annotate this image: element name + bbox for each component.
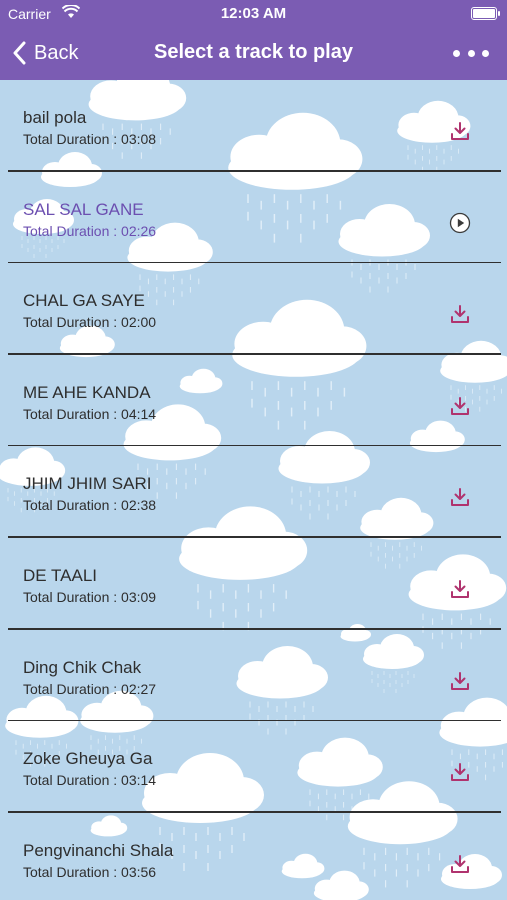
track-list-area[interactable]: bail pola Total Duration : 03:08 SAL SAL… <box>0 80 507 900</box>
more-options-button[interactable] <box>453 42 489 64</box>
track-duration: Total Duration : 03:09 <box>23 588 157 605</box>
more-dot-icon <box>467 49 475 57</box>
track-duration: Total Duration : 03:08 <box>23 131 157 147</box>
track-title: SAL SAL GANE <box>23 199 144 219</box>
track-row[interactable]: CHAL GA SAYE Total Duration : 02:00 <box>0 263 507 355</box>
track-duration: Total Duration : 03:14 <box>23 772 157 789</box>
battery-icon <box>471 7 500 20</box>
track-title: Pengvinanchi Shala <box>23 840 174 860</box>
track-duration: Total Duration : 04:14 <box>23 405 157 422</box>
track-title: JHIM JHIM SARI <box>23 474 152 494</box>
track-title: DE TAALI <box>23 565 98 585</box>
download-icon[interactable] <box>449 670 471 692</box>
track-row[interactable]: DE TAALI Total Duration : 03:09 <box>0 538 507 630</box>
download-icon[interactable] <box>449 120 471 142</box>
track-title: Ding Chik Chak <box>23 657 142 677</box>
track-row[interactable]: JHIM JHIM SARI Total Duration : 02:38 <box>0 446 507 538</box>
track-row[interactable]: ME AHE KANDA Total Duration : 04:14 <box>0 355 507 447</box>
track-title: ME AHE KANDA <box>23 382 151 402</box>
track-row[interactable]: Ding Chik Chak Total Duration : 02:27 <box>0 630 507 722</box>
track-duration: Total Duration : 02:00 <box>23 314 157 331</box>
download-icon[interactable] <box>449 486 471 508</box>
track-duration: Total Duration : 03:56 <box>23 863 157 880</box>
download-icon[interactable] <box>449 853 471 875</box>
track-row[interactable]: Zoke Gheuya Ga Total Duration : 03:14 <box>0 721 507 813</box>
download-icon[interactable] <box>449 761 471 783</box>
page-title: Select a track to play <box>154 41 353 63</box>
more-dot-icon <box>453 49 460 57</box>
track-title: bail pola <box>23 108 87 127</box>
track-duration: Total Duration : 02:38 <box>23 497 157 514</box>
download-icon[interactable] <box>449 395 471 417</box>
navigation-bar: Back Select a track to play <box>0 28 507 80</box>
more-dot-icon <box>482 49 489 57</box>
download-icon[interactable] <box>449 303 471 325</box>
download-icon[interactable] <box>449 578 471 600</box>
track-row[interactable]: bail pola Total Duration : 03:08 <box>0 80 507 172</box>
track-row[interactable]: Pengvinanchi Shala Total Duration : 03:5… <box>0 813 507 900</box>
track-title: CHAL GA SAYE <box>23 291 145 311</box>
status-time: 12:03 AM <box>220 5 287 22</box>
track-list: bail pola Total Duration : 03:08 SAL SAL… <box>0 80 507 900</box>
play-icon[interactable] <box>449 212 471 234</box>
track-row[interactable]: SAL SAL GANE Total Duration : 02:26 <box>0 172 507 264</box>
track-title: Zoke Gheuya Ga <box>23 749 153 769</box>
status-bar: Carrier 12:03 AM <box>0 0 507 28</box>
track-duration: Total Duration : 02:27 <box>23 680 157 697</box>
track-duration: Total Duration : 02:26 <box>23 222 157 239</box>
